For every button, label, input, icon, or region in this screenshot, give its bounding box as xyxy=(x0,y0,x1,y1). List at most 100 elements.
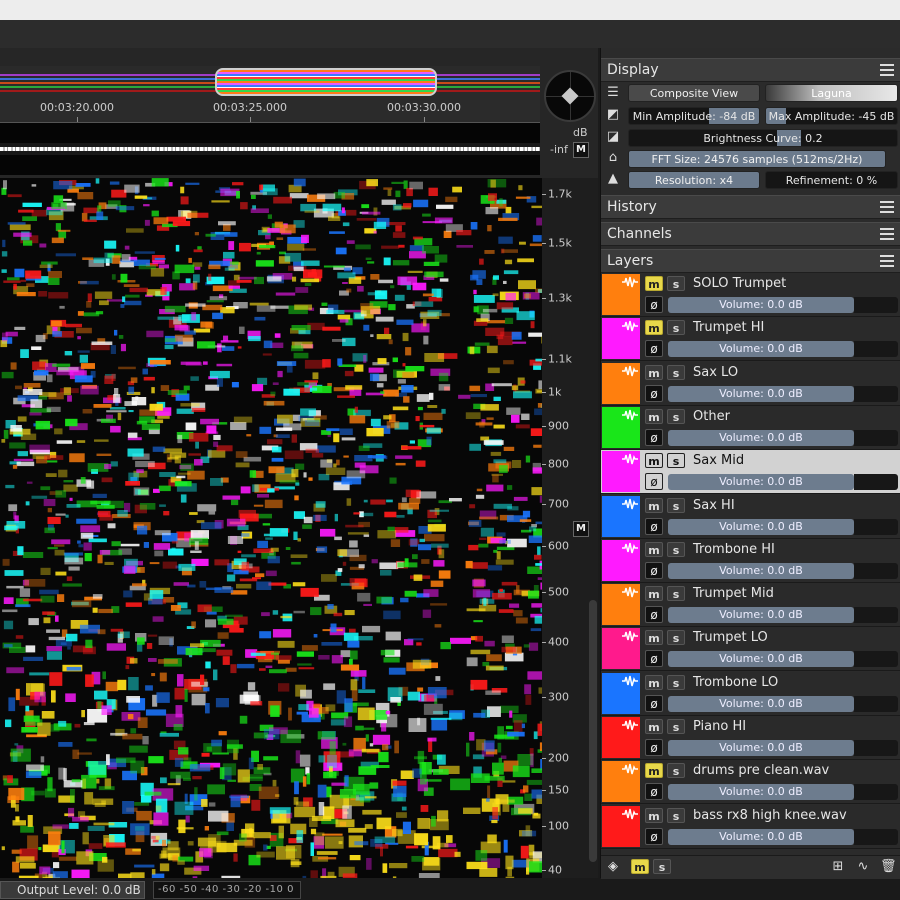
layer-volume-slider[interactable]: Volume: 0.0 dB xyxy=(668,607,854,623)
layer-volume-track[interactable] xyxy=(854,740,898,756)
layer-mute-button[interactable]: m xyxy=(645,365,663,380)
display-panel-header[interactable]: Display xyxy=(601,58,900,82)
layer-volume-slider[interactable]: Volume: 0.0 dB xyxy=(668,563,854,579)
layer-solo-button[interactable]: s xyxy=(667,409,685,424)
layer-mute-button[interactable]: m xyxy=(645,320,663,335)
vertical-scrollbar[interactable] xyxy=(589,600,597,862)
channels-panel-header[interactable]: Channels xyxy=(601,222,900,246)
layer-row[interactable]: m s drums pre clean.wav ø Volume: 0.0 dB xyxy=(601,760,900,804)
composite-view-dropdown[interactable]: Composite View xyxy=(628,84,760,102)
layer-solo-button[interactable]: s xyxy=(667,630,685,645)
layer-volume-slider[interactable]: Volume: 0.0 dB xyxy=(668,341,854,357)
layer-color-swatch[interactable] xyxy=(602,496,640,537)
layers-panel-header[interactable]: Layers xyxy=(601,249,900,273)
layer-volume-track[interactable] xyxy=(854,607,898,623)
layer-volume-track[interactable] xyxy=(854,651,898,667)
phase-invert-icon[interactable]: ø xyxy=(645,518,663,535)
layer-solo-button[interactable]: s xyxy=(667,542,685,557)
trash-icon[interactable]: 🗑 xyxy=(880,859,897,875)
layer-mute-button[interactable]: m xyxy=(645,763,663,778)
fft-size-slider[interactable]: FFT Size: 24576 samples (512ms/2Hz) xyxy=(628,150,886,168)
layer-volume-slider[interactable]: Volume: 0.0 dB xyxy=(668,784,854,800)
layer-solo-button[interactable]: s xyxy=(667,763,685,778)
layer-volume-slider[interactable]: Volume: 0.0 dB xyxy=(668,519,854,535)
refinement-slider[interactable]: Refinement: 0 % xyxy=(765,171,898,189)
layer-mute-button[interactable]: m xyxy=(645,409,663,424)
frequency-m-button[interactable]: M xyxy=(573,521,589,537)
layer-mute-button[interactable]: m xyxy=(645,498,663,513)
layer-volume-track[interactable] xyxy=(854,696,898,712)
view-navigator-compass[interactable] xyxy=(544,70,596,122)
layer-color-swatch[interactable] xyxy=(602,407,640,448)
layer-volume-slider[interactable]: Volume: 0.0 dB xyxy=(668,740,854,756)
layer-row[interactable]: m s Trumpet LO ø Volume: 0.0 dB xyxy=(601,627,900,671)
time-ruler[interactable]: 00:03:20.000 00:03:25.000 00:03:30.000 xyxy=(0,100,540,123)
phase-invert-icon[interactable]: ø xyxy=(645,562,663,579)
layer-row[interactable]: m s Trombone HI ø Volume: 0.0 dB xyxy=(601,539,900,583)
layer-mute-button[interactable]: m xyxy=(645,586,663,601)
hamburger-menu-icon[interactable] xyxy=(880,255,894,267)
overview-selection-handle[interactable] xyxy=(215,68,437,96)
mute-all-button[interactable]: m xyxy=(631,859,649,874)
layer-color-swatch[interactable] xyxy=(602,717,640,758)
max-amplitude-slider[interactable]: Max Amplitude: -45 dB xyxy=(765,107,898,125)
layer-color-swatch[interactable] xyxy=(602,806,640,847)
layer-solo-button[interactable]: s xyxy=(667,675,685,690)
layer-color-swatch[interactable] xyxy=(602,584,640,625)
layer-color-swatch[interactable] xyxy=(602,540,640,581)
layer-row[interactable]: m s Sax Mid ø Volume: 0.0 dB xyxy=(601,450,900,494)
phase-invert-icon[interactable]: ø xyxy=(645,296,663,313)
layer-solo-button[interactable]: s xyxy=(667,498,685,513)
colormap-dropdown[interactable]: Laguna xyxy=(765,84,898,102)
layer-volume-track[interactable] xyxy=(854,386,898,402)
phase-invert-icon[interactable]: ø xyxy=(645,385,663,402)
hamburger-menu-icon[interactable] xyxy=(880,201,894,213)
solo-all-button[interactable]: s xyxy=(653,859,671,874)
waveform-m-button[interactable]: M xyxy=(573,142,589,158)
phase-invert-icon[interactable]: ø xyxy=(645,473,663,490)
layer-mute-button[interactable]: m xyxy=(645,808,663,823)
layer-volume-slider[interactable]: Volume: 0.0 dB xyxy=(668,430,854,446)
layer-mute-button[interactable]: m xyxy=(645,630,663,645)
brightness-curve-slider[interactable]: Brightness Curve: 0.2 xyxy=(628,129,898,147)
layer-row[interactable]: m s Trumpet Mid ø Volume: 0.0 dB xyxy=(601,583,900,627)
layer-color-swatch[interactable] xyxy=(602,451,640,492)
layer-row[interactable]: m s Piano HI ø Volume: 0.0 dB xyxy=(601,716,900,760)
layer-color-swatch[interactable] xyxy=(602,363,640,404)
history-panel-header[interactable]: History xyxy=(601,195,900,219)
layer-volume-track[interactable] xyxy=(854,519,898,535)
layer-color-swatch[interactable] xyxy=(602,274,640,315)
add-waveform-icon[interactable]: ∿ xyxy=(855,859,871,875)
layer-volume-slider[interactable]: Volume: 0.0 dB xyxy=(668,386,854,402)
layer-solo-button[interactable]: s xyxy=(667,453,685,468)
layer-volume-track[interactable] xyxy=(854,784,898,800)
layer-row[interactable]: m s SOLO Trumpet ø Volume: 0.0 dB xyxy=(601,273,900,317)
layer-volume-slider[interactable]: Volume: 0.0 dB xyxy=(668,696,854,712)
layer-mute-button[interactable]: m xyxy=(645,675,663,690)
layer-volume-slider[interactable]: Volume: 0.0 dB xyxy=(668,297,854,313)
layer-mute-button[interactable]: m xyxy=(645,719,663,734)
output-level-field[interactable]: Output Level: 0.0 dB xyxy=(0,881,145,899)
phase-invert-icon[interactable]: ø xyxy=(645,340,663,357)
layer-volume-track[interactable] xyxy=(854,297,898,313)
layer-row[interactable]: m s Sax HI ø Volume: 0.0 dB xyxy=(601,495,900,539)
layer-solo-button[interactable]: s xyxy=(667,276,685,291)
layer-mute-button[interactable]: m xyxy=(645,542,663,557)
layer-volume-track[interactable] xyxy=(854,563,898,579)
layer-volume-track[interactable] xyxy=(854,474,898,490)
layer-volume-track[interactable] xyxy=(854,829,898,845)
layer-color-swatch[interactable] xyxy=(602,628,640,669)
add-layer-icon[interactable]: ⊞ xyxy=(830,859,846,875)
hamburger-menu-icon[interactable] xyxy=(880,228,894,240)
layer-row[interactable]: m s Other ø Volume: 0.0 dB xyxy=(601,406,900,450)
layer-mute-button[interactable]: m xyxy=(645,453,663,468)
layer-volume-slider[interactable]: Volume: 0.0 dB xyxy=(668,474,854,490)
layer-row[interactable]: m s Sax LO ø Volume: 0.0 dB xyxy=(601,362,900,406)
layer-mute-button[interactable]: m xyxy=(645,276,663,291)
phase-invert-icon[interactable]: ø xyxy=(645,650,663,667)
phase-invert-icon[interactable]: ø xyxy=(645,429,663,446)
hamburger-menu-icon[interactable] xyxy=(880,64,894,76)
layer-solo-button[interactable]: s xyxy=(667,586,685,601)
layer-row[interactable]: m s Trombone LO ø Volume: 0.0 dB xyxy=(601,672,900,716)
phase-invert-icon[interactable]: ø xyxy=(645,695,663,712)
